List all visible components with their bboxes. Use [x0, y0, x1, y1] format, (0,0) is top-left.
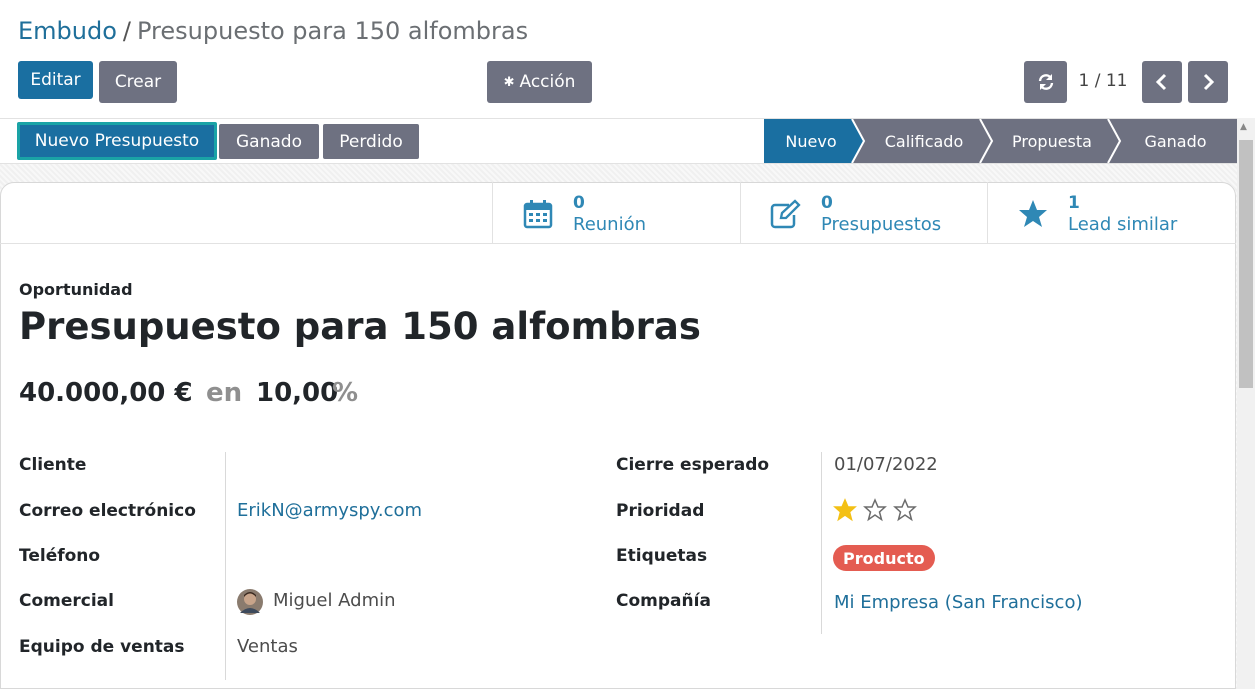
star-icon: [1019, 200, 1047, 227]
email-label: Correo electrónico: [19, 501, 196, 521]
star-empty-icon[interactable]: [893, 498, 917, 522]
won-button[interactable]: Ganado: [219, 124, 319, 159]
customer-label: Cliente: [19, 455, 87, 475]
avatar: [237, 589, 263, 615]
salesperson-field[interactable]: Miguel Admin: [273, 590, 396, 611]
similar-leads-count: 1: [1068, 193, 1080, 213]
star-empty-icon[interactable]: [863, 498, 887, 522]
breadcrumb-separator: /: [122, 17, 131, 45]
refresh-icon: [1038, 74, 1053, 90]
at-label: en: [206, 378, 243, 408]
priority-widget[interactable]: [833, 498, 923, 526]
chevron-right-icon: [1203, 73, 1215, 91]
tag-badge[interactable]: Producto: [833, 545, 935, 571]
breadcrumb: Embudo / Presupuesto para 150 alfombras: [18, 15, 528, 47]
star-filled-icon[interactable]: [833, 498, 857, 522]
meetings-count: 0: [573, 193, 585, 213]
expected-revenue: 40.000,00 €: [19, 378, 193, 408]
smart-button-similar-leads[interactable]: 1 Lead similar: [987, 182, 1236, 243]
tags-label: Etiquetas: [616, 546, 708, 566]
meetings-label: Reunión: [573, 214, 647, 235]
pager-next-button[interactable]: [1188, 61, 1228, 103]
smart-button-quotations[interactable]: 0 Presupuestos: [740, 182, 987, 243]
stage-won[interactable]: Ganado: [1118, 119, 1233, 163]
smart-buttons-divider: [0, 243, 1236, 244]
pager-value[interactable]: 1 / 11: [1078, 71, 1128, 91]
gear-icon: ✱: [503, 74, 515, 90]
quotations-label: Presupuestos: [821, 214, 942, 235]
expected-closing-field[interactable]: 01/07/2022: [834, 454, 938, 475]
record-type-label: Oportunidad: [19, 280, 133, 299]
left-group-divider: [225, 452, 226, 680]
scroll-up-arrow-icon[interactable]: ▲: [1240, 122, 1247, 132]
action-label: Acción: [519, 72, 576, 92]
record-title: Presupuesto para 150 alfombras: [19, 305, 701, 348]
company-link[interactable]: Mi Empresa (San Francisco): [834, 592, 1083, 613]
stage-new[interactable]: Nuevo: [772, 119, 850, 163]
sales-team-field[interactable]: Ventas: [237, 636, 298, 657]
create-button[interactable]: Crear: [99, 61, 177, 103]
smart-button-meetings[interactable]: 0 Reunión: [492, 182, 740, 243]
pager-previous-button[interactable]: [1142, 61, 1182, 103]
probability: 10,00: [256, 378, 339, 408]
stage-qualified[interactable]: Calificado: [864, 119, 984, 163]
calendar-icon: [523, 200, 553, 229]
salesperson-label: Comercial: [19, 591, 114, 611]
breadcrumb-current: Presupuesto para 150 alfombras: [137, 17, 529, 45]
expected-closing-label: Cierre esperado: [616, 455, 770, 475]
pencil-square-icon: [770, 199, 801, 229]
right-group-divider: [821, 452, 822, 634]
sales-team-label: Equipo de ventas: [19, 637, 185, 657]
edit-button[interactable]: Editar: [18, 61, 93, 99]
company-label: Compañía: [616, 591, 711, 611]
phone-label: Teléfono: [19, 546, 101, 566]
priority-label: Prioridad: [616, 501, 705, 521]
action-button[interactable]: ✱ Acción: [487, 61, 592, 103]
similar-leads-label: Lead similar: [1068, 214, 1178, 235]
percent-sign: %: [332, 378, 359, 408]
refresh-button[interactable]: [1024, 61, 1067, 103]
new-quotation-button[interactable]: Nuevo Presupuesto: [17, 122, 217, 160]
breadcrumb-parent-link[interactable]: Embudo: [18, 17, 117, 45]
email-link[interactable]: ErikN@armyspy.com: [237, 500, 422, 521]
scrollbar-thumb[interactable]: [1239, 140, 1253, 388]
quotations-count: 0: [821, 193, 833, 213]
lost-button[interactable]: Perdido: [323, 124, 419, 159]
statusbar: Nuevo Presupuesto Ganado Perdido Nuevo C…: [0, 118, 1237, 164]
stage-proposition[interactable]: Propuesta: [992, 119, 1112, 163]
chevron-left-icon: [1155, 73, 1167, 91]
